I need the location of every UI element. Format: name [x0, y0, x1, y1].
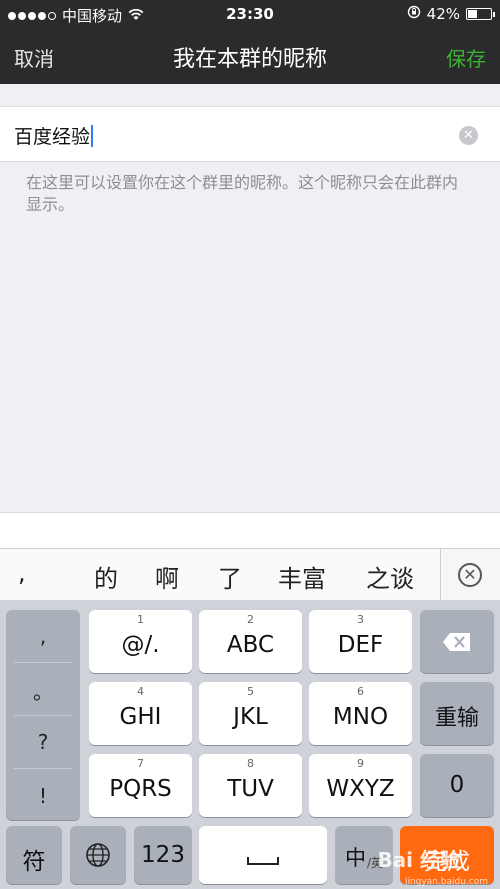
status-bar: 中国移动 23:30 42% — [0, 0, 500, 28]
battery-icon — [466, 8, 495, 20]
close-icon: ✕ — [458, 563, 482, 587]
globe-key[interactable] — [70, 826, 126, 884]
nickname-input[interactable]: 百度经验 — [14, 122, 94, 149]
key-4[interactable]: 4 GHI — [89, 682, 192, 745]
zero-key[interactable]: 0 — [420, 754, 494, 817]
key-3[interactable]: 3 DEF — [309, 610, 412, 673]
space-icon — [247, 857, 279, 865]
key-8[interactable]: 8 TUV — [199, 754, 302, 817]
key-9[interactable]: 9 WXYZ — [309, 754, 412, 817]
candidate-item[interactable]: , — [18, 559, 26, 587]
key-1[interactable]: 1 @/. — [89, 610, 192, 673]
punct-key-period[interactable]: 。 — [6, 676, 80, 705]
watermark-url: jingyan.baidu.com — [404, 877, 488, 887]
candidate-item[interactable]: 了 — [218, 559, 242, 594]
page-title: 我在本群的昵称 — [172, 47, 327, 72]
key-7[interactable]: 7 PQRS — [89, 754, 192, 817]
keyboard: , 。 ? ! 1 @/. 2 ABC 3 DEF 4 GHI 5 JKL 6 … — [0, 600, 500, 889]
backspace-icon — [443, 633, 470, 651]
punct-key-exclaim[interactable]: ! — [6, 784, 80, 808]
key-6[interactable]: 6 MNO — [309, 682, 412, 745]
text-cursor — [91, 125, 94, 147]
rotation-lock-icon — [407, 5, 421, 23]
candidate-item[interactable]: 啊 — [155, 559, 179, 594]
nickname-field[interactable]: 百度经验 ✕ — [0, 106, 500, 162]
candidate-bar: , 的 啊 了 丰富 之谈 ✕ — [0, 548, 500, 601]
numbers-key[interactable]: 123 — [134, 826, 192, 884]
space-key[interactable] — [199, 826, 327, 884]
keyboard-accessory-strip — [0, 512, 500, 548]
battery-fill — [468, 10, 478, 18]
key-5[interactable]: 5 JKL — [199, 682, 302, 745]
close-candidates-button[interactable]: ✕ — [440, 549, 500, 601]
nav-bar: 取消 我在本群的昵称 保存 — [0, 28, 500, 84]
backspace-key[interactable] — [420, 610, 494, 673]
status-right: 42% — [407, 5, 495, 23]
watermark-logo: Bai 经验 — [377, 848, 460, 872]
save-button[interactable]: 保存 — [446, 43, 486, 72]
candidate-item[interactable]: 丰富 — [278, 559, 326, 594]
retype-key[interactable]: 重输 — [420, 682, 494, 745]
symbols-key[interactable]: 符 — [6, 826, 62, 884]
globe-icon — [86, 843, 110, 867]
punct-key-question[interactable]: ? — [6, 730, 80, 754]
candidate-item[interactable]: 的 — [94, 559, 118, 594]
clear-icon[interactable]: ✕ — [459, 126, 478, 145]
candidate-item[interactable]: 之谈 — [366, 559, 414, 594]
hint-text: 在这里可以设置你在这个群里的昵称。这个昵称只会在此群内显示。 — [26, 173, 459, 214]
punctuation-column: , 。 ? ! — [6, 610, 80, 820]
punct-key-comma[interactable]: , — [6, 624, 80, 648]
key-2[interactable]: 2 ABC — [199, 610, 302, 673]
battery-percent: 42% — [426, 5, 460, 23]
nickname-value: 百度经验 — [14, 126, 91, 148]
